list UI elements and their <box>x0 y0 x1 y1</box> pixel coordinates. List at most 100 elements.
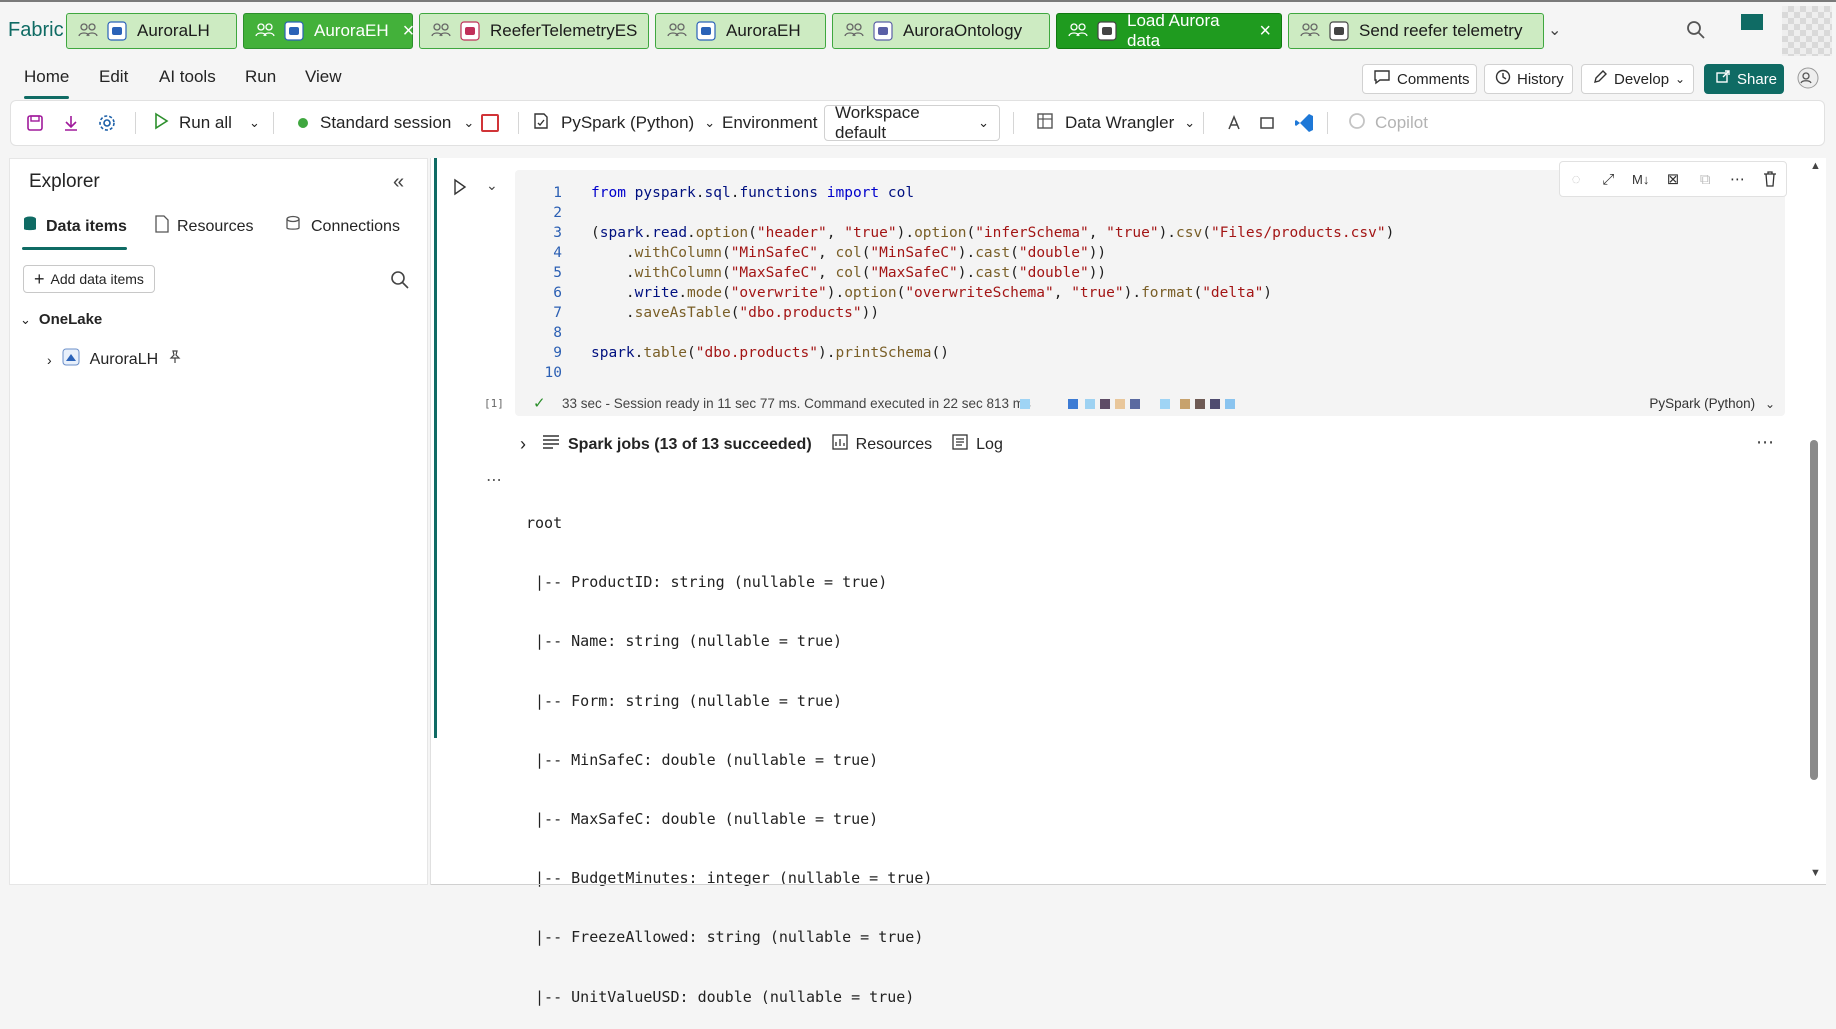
scrollbar-thumb[interactable] <box>1810 440 1818 780</box>
share-label: Share <box>1737 70 1778 88</box>
menu-ai-tools[interactable]: AI tools <box>159 67 216 87</box>
scroll-down-icon[interactable]: ▼ <box>1810 867 1821 879</box>
log-icon <box>952 434 968 455</box>
workspace-icon <box>666 20 688 42</box>
code-line: .withColumn("MinSafeC", col("MinSafeC").… <box>591 245 1107 261</box>
explorer-panel: Explorer « Data items Resources Connecti… <box>9 158 428 885</box>
cell-toolbar: ◌ ⤢ M↓ ⊠ ⧉ ⋯ <box>1559 161 1787 197</box>
session-dropdown[interactable]: Standard session ⌄ <box>298 101 474 145</box>
environment-select[interactable]: Workspace default ⌄ <box>824 103 1000 142</box>
chevron-down-icon: ⌄ <box>978 115 989 130</box>
chevron-down-icon: ⌄ <box>704 115 716 130</box>
chevron-down-icon: ⌄ <box>20 311 31 327</box>
code-line: .withColumn("MaxSafeC", col("MaxSafeC").… <box>591 265 1107 281</box>
delete-icon[interactable] <box>1759 168 1781 190</box>
line-number: 4 <box>553 245 562 261</box>
notification-icon[interactable] <box>1741 14 1763 30</box>
success-check-icon: ✓ <box>533 395 546 412</box>
item-tab[interactable]: Load Aurora data × <box>1056 11 1282 50</box>
expand-icon[interactable]: ⤢ <box>1597 168 1619 190</box>
scroll-up-icon[interactable]: ▲ <box>1810 160 1821 172</box>
menu-home[interactable]: Home <box>24 67 70 99</box>
stop-session-icon[interactable] <box>481 101 499 145</box>
language-label: PySpark (Python) <box>561 113 695 132</box>
explorer-search-icon[interactable] <box>390 270 410 295</box>
tree-node-onelake[interactable]: ⌄ OneLake <box>20 311 102 328</box>
markdown-toggle-icon[interactable]: M↓ <box>1630 168 1652 190</box>
save-icon[interactable] <box>25 101 45 145</box>
redacted-block <box>1225 399 1235 409</box>
run-cell-icon[interactable] <box>452 178 468 201</box>
item-tab[interactable]: AuroraOntology <box>832 13 1050 49</box>
language-dropdown[interactable]: PySpark (Python) ⌄ <box>531 101 715 145</box>
pin-icon[interactable] <box>168 350 182 369</box>
copilot-cell-icon[interactable]: ◌ <box>1565 168 1587 190</box>
app-brand[interactable]: Fabric <box>8 19 64 42</box>
tab-data-items[interactable]: Data items <box>22 215 127 250</box>
workspace-icon <box>77 20 99 42</box>
copilot-button[interactable]: Copilot <box>1347 101 1428 145</box>
item-tab[interactable]: Send reefer telemetry <box>1288 13 1544 49</box>
menu-run[interactable]: Run <box>245 67 276 87</box>
item-tab[interactable]: ReeferTelemetryES <box>419 13 649 49</box>
item-tab[interactable]: AuroraEH <box>655 13 826 49</box>
tab-connections[interactable]: Connections <box>285 215 400 238</box>
item-tab-label: ReeferTelemetryES <box>490 21 638 40</box>
cell-language-dropdown[interactable]: PySpark (Python) ⌄ <box>1649 396 1775 411</box>
settings-gear-icon[interactable] <box>97 101 117 145</box>
more-options-icon[interactable]: ⋯ <box>1727 168 1749 190</box>
search-icon[interactable] <box>1686 20 1706 45</box>
session-status-dot <box>298 118 308 128</box>
output-line: |-- MaxSafeC: double (nullable = true) <box>526 809 879 828</box>
duplicate-icon[interactable]: ⧉ <box>1694 168 1716 190</box>
spark-jobs-label[interactable]: Spark jobs (13 of 13 succeeded) <box>568 436 812 454</box>
fullscreen-icon[interactable] <box>1257 101 1277 145</box>
output-ellipsis-icon[interactable]: ⋯ <box>486 470 502 490</box>
copilot-icon <box>1347 111 1367 136</box>
code-line: from pyspark.sql.functions import col <box>591 185 915 201</box>
redacted-block <box>1195 399 1205 409</box>
collapse-panel-icon[interactable]: « <box>393 171 404 194</box>
lakehouse-icon <box>107 21 127 41</box>
execution-count: [1] <box>484 397 504 410</box>
output-more-icon[interactable]: ⋯ <box>1756 432 1774 453</box>
top-bar: Fabric AuroraLH AuroraEH × ReeferTelemetryE… <box>0 0 1836 62</box>
toolbar-divider <box>135 112 136 134</box>
vscode-icon[interactable] <box>1293 101 1315 145</box>
chevron-down-icon: ⌄ <box>1764 397 1775 411</box>
close-tab-icon[interactable]: × <box>403 21 415 41</box>
explorer-title: Explorer <box>29 171 100 192</box>
editor-scrollbar[interactable]: ▲ ▼ <box>1810 160 1822 885</box>
ai-functions-icon[interactable] <box>1224 101 1244 145</box>
line-number: 10 <box>544 365 562 381</box>
tab-resources[interactable]: Resources <box>155 215 253 238</box>
share-button[interactable]: Share <box>1704 64 1784 94</box>
menu-edit[interactable]: Edit <box>99 67 128 87</box>
comments-button[interactable]: Comments <box>1362 64 1477 94</box>
menu-view[interactable]: View <box>305 67 342 87</box>
cell-collapse-chevron-icon[interactable]: ⌄ <box>486 177 498 194</box>
file-icon <box>155 215 169 238</box>
line-number: 1 <box>553 185 562 201</box>
chevron-right-icon[interactable]: › <box>520 434 526 455</box>
develop-button[interactable]: Develop ⌄ <box>1581 64 1694 94</box>
run-all-chevron-icon[interactable]: ⌄ <box>249 101 260 145</box>
clear-output-icon[interactable]: ⊠ <box>1662 168 1684 190</box>
tree-node-auroralh[interactable]: › AuroraLH <box>47 348 182 371</box>
history-button[interactable]: History <box>1484 64 1573 94</box>
item-tab[interactable]: AuroraEH × <box>243 13 415 49</box>
run-all-button[interactable]: Run all <box>153 101 232 145</box>
code-cell[interactable]: 1 from pyspark.sql.functions import col 2… <box>515 170 1785 416</box>
item-tab[interactable]: AuroraLH <box>66 13 237 49</box>
download-icon[interactable] <box>61 101 81 145</box>
more-tabs-chevron-icon[interactable]: ⌄ <box>1548 20 1561 40</box>
resources-link[interactable]: Resources <box>856 436 932 454</box>
log-link[interactable]: Log <box>976 436 1003 454</box>
close-tab-icon[interactable]: × <box>1259 21 1271 41</box>
notebook-toolbar: Run all ⌄ Standard session ⌄ PySpark (Py… <box>10 100 1825 146</box>
output-line: |-- MinSafeC: double (nullable = true) <box>526 750 879 769</box>
data-wrangler-dropdown[interactable]: Data Wrangler ⌄ <box>1035 101 1195 145</box>
account-avatar[interactable] <box>1782 6 1832 56</box>
collaborators-icon[interactable] <box>1797 67 1819 94</box>
add-data-items-button[interactable]: + Add data items <box>23 265 155 293</box>
